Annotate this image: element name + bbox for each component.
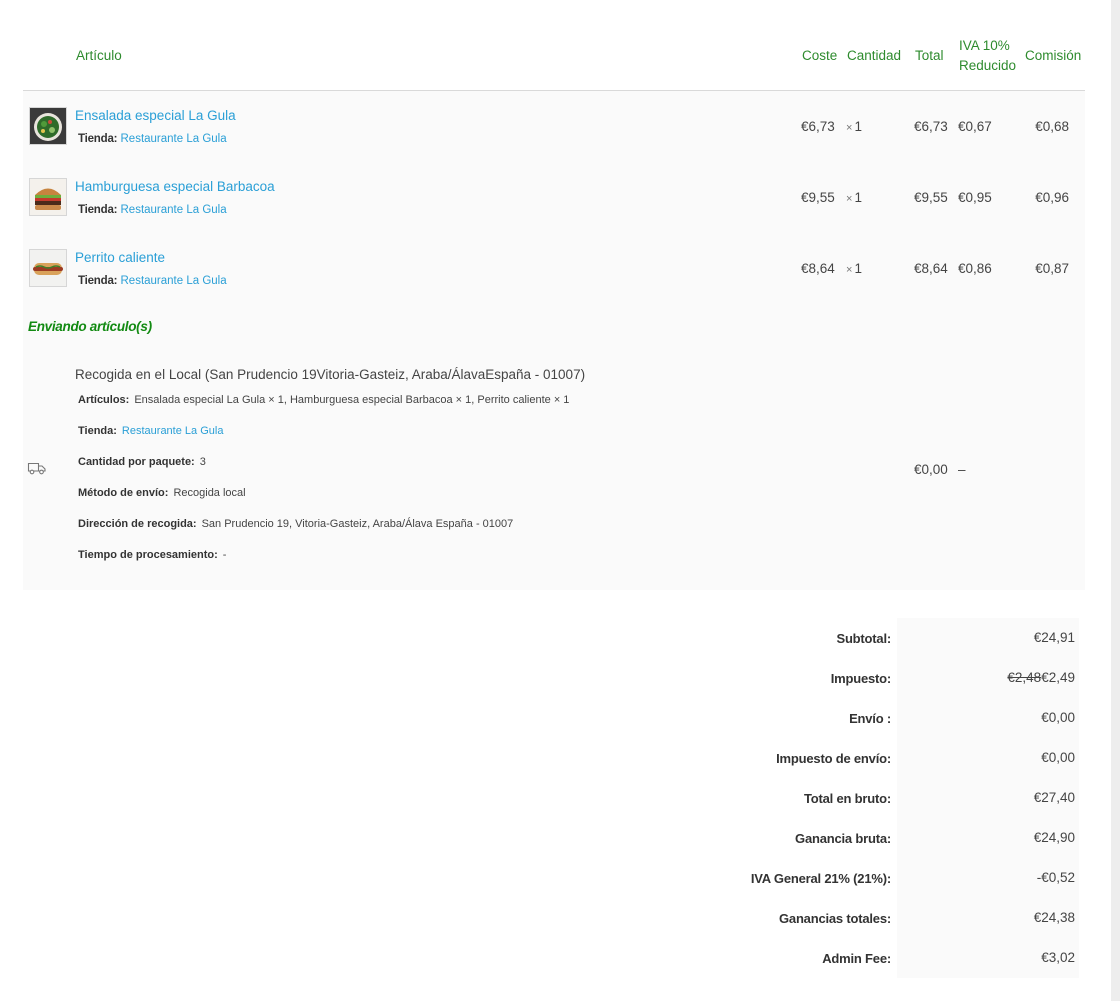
shipping-title: Enviando artículo(s) <box>28 319 152 334</box>
item-quantity: × 1 <box>846 189 862 205</box>
item-tax: €0,95 <box>958 189 992 205</box>
header-total[interactable]: Total <box>913 22 957 91</box>
store-link[interactable]: Restaurante La Gula <box>121 275 227 287</box>
totals-row-subtotal: Subtotal: €24,91 <box>23 618 1085 658</box>
shipping-store: Tienda: Restaurante La Gula <box>78 424 224 437</box>
header-cost[interactable]: Coste <box>800 22 845 91</box>
table-row: Ensalada especial La Gula Tienda: Restau… <box>23 90 1085 162</box>
item-commission: €0,96 <box>1035 189 1069 205</box>
shipping-row: Recogida en el Local (San Prudencio 19Vi… <box>23 349 1085 590</box>
shipping-quantity: Cantidad por paquete: 3 <box>78 455 206 468</box>
shipping-method-line: Recogida en el Local (San Prudencio 19Vi… <box>75 366 586 382</box>
totals-row-shipping-tax: Impuesto de envío: €0,00 <box>23 738 1085 778</box>
item-total: €9,55 <box>914 189 948 205</box>
item-name-link[interactable]: Hamburguesa especial Barbacoa <box>75 179 799 194</box>
item-cost: €9,55 <box>801 189 835 205</box>
item-name-link[interactable]: Ensalada especial La Gula <box>75 108 799 123</box>
shipping-tax: – <box>958 462 966 477</box>
earnings-value: €24,38 <box>897 898 1079 938</box>
totals-row-gross: Total en bruto: €27,40 <box>23 778 1085 818</box>
item-name-link[interactable]: Perrito caliente <box>75 250 799 265</box>
shipping-value: €0,00 <box>897 698 1079 738</box>
vat-value: -€0,52 <box>897 858 1079 898</box>
salad-thumbnail[interactable] <box>29 107 67 146</box>
gross-profit-value: €24,90 <box>897 818 1079 858</box>
shipping-store-link[interactable]: Restaurante La Gula <box>122 425 224 437</box>
item-quantity: × 1 <box>846 260 862 276</box>
hotdog-thumbnail[interactable] <box>29 249 67 287</box>
header-item[interactable]: Artículo <box>74 22 800 91</box>
item-cost: €8,64 <box>801 260 835 276</box>
item-cost: €6,73 <box>801 118 835 134</box>
shipping-total: €0,00 <box>914 462 948 477</box>
item-store: Tienda: Restaurante La Gula <box>78 203 227 216</box>
totals-row-shipping: Envío : €0,00 <box>23 698 1085 738</box>
item-store: Tienda: Restaurante La Gula <box>78 274 227 287</box>
store-link[interactable]: Restaurante La Gula <box>121 133 227 145</box>
item-store: Tienda: Restaurante La Gula <box>78 132 227 145</box>
header-thumb <box>23 22 74 91</box>
admin-fee-value: €3,02 <box>897 938 1079 978</box>
tax-value: €2,48€2,49 <box>897 658 1079 698</box>
shipping-method: Método de envío: Recogida local <box>78 486 246 499</box>
store-link[interactable]: Restaurante La Gula <box>121 204 227 216</box>
truck-icon <box>27 462 47 478</box>
table-row: Hamburguesa especial Barbacoa Tienda: Re… <box>23 161 1085 233</box>
item-tax: €0,86 <box>958 260 992 276</box>
scrollbar-track[interactable] <box>1111 0 1120 1001</box>
order-items-table: Artículo Coste Cantidad Total IVA 10% Red… <box>23 22 1085 590</box>
shipping-articles: Artículos: Ensalada especial La Gula × 1,… <box>78 393 570 406</box>
order-totals: Subtotal: €24,91 Impuesto: €2,48€2,49 En… <box>23 618 1085 978</box>
header-commission[interactable]: Comisión <box>1023 22 1085 91</box>
table-header-row: Artículo Coste Cantidad Total IVA 10% Red… <box>23 22 1085 91</box>
shipping-header-row: Enviando artículo(s) <box>23 303 1085 350</box>
totals-row-vat: IVA General 21% (21%): -€0,52 <box>23 858 1085 898</box>
item-total: €6,73 <box>914 118 948 134</box>
header-quantity[interactable]: Cantidad <box>845 22 913 91</box>
table-row: Perrito caliente Tienda: Restaurante La … <box>23 232 1085 304</box>
subtotal-value: €24,91 <box>897 618 1079 658</box>
shipping-tax-value: €0,00 <box>897 738 1079 778</box>
burger-thumbnail[interactable] <box>29 178 67 216</box>
shipping-address: Dirección de recogida: San Prudencio 19, … <box>78 517 514 530</box>
totals-row-earnings: Ganancias totales: €24,38 <box>23 898 1085 938</box>
item-commission: €0,68 <box>1035 118 1069 134</box>
order-items-card: Artículo Coste Cantidad Total IVA 10% Red… <box>23 22 1085 590</box>
totals-row-tax: Impuesto: €2,48€2,49 <box>23 658 1085 698</box>
totals-row-admin-fee: Admin Fee: €3,02 <box>23 938 1085 978</box>
item-total: €8,64 <box>914 260 948 276</box>
gross-value: €27,40 <box>897 778 1079 818</box>
shipping-processing-time: Tiempo de procesamiento: - <box>78 548 227 561</box>
item-quantity: × 1 <box>846 118 862 134</box>
item-tax: €0,67 <box>958 118 992 134</box>
totals-row-gross-profit: Ganancia bruta: €24,90 <box>23 818 1085 858</box>
header-tax[interactable]: IVA 10% Reducido <box>957 22 1023 91</box>
item-commission: €0,87 <box>1035 260 1069 276</box>
